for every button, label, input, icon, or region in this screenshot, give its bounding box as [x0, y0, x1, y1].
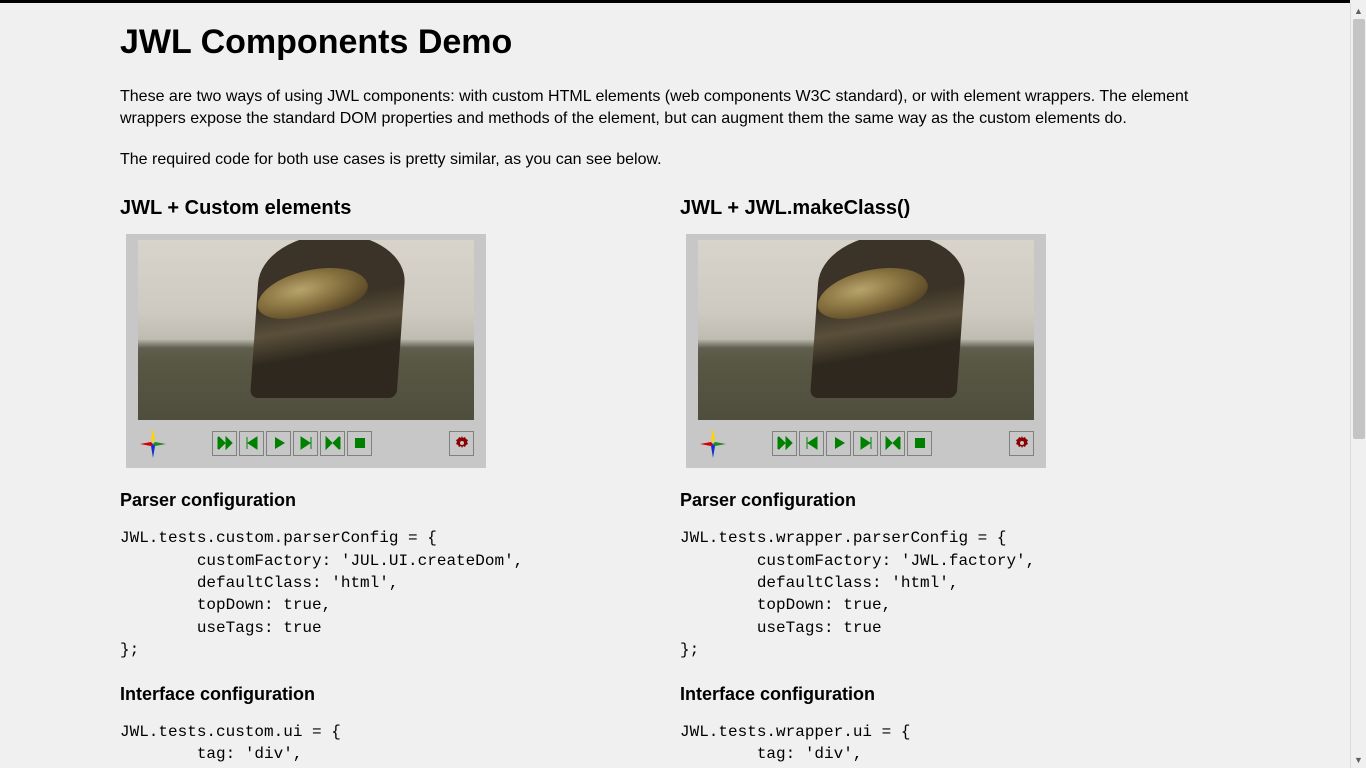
jwl-logo-icon	[138, 426, 168, 460]
iface-heading-left: Interface configuration	[120, 684, 660, 705]
scroll-up-icon[interactable]: ▲	[1351, 3, 1366, 19]
next-button[interactable]	[293, 431, 318, 456]
skip-start-button[interactable]	[212, 431, 237, 456]
scroll-thumb[interactable]	[1353, 19, 1365, 439]
iface-code-left: JWL.tests.custom.ui = { tag: 'div', chil…	[120, 721, 660, 768]
iface-heading-right: Interface configuration	[680, 684, 1220, 705]
parser-code-left: JWL.tests.custom.parserConfig = { custom…	[120, 527, 660, 661]
column-custom-elements: JWL + Custom elements	[120, 189, 660, 768]
media-player	[686, 234, 1046, 468]
intro-paragraph-1: These are two ways of using JWL componen…	[120, 86, 1220, 131]
video-frame[interactable]	[698, 240, 1034, 420]
play-button[interactable]	[266, 431, 291, 456]
window-scrollbar[interactable]: ▲ ▼	[1350, 3, 1366, 768]
settings-button[interactable]	[449, 431, 474, 456]
intro-paragraph-2: The required code for both use cases is …	[120, 149, 1220, 171]
parser-heading-right: Parser configuration	[680, 490, 1220, 511]
parser-heading-left: Parser configuration	[120, 490, 660, 511]
skip-start-button[interactable]	[772, 431, 797, 456]
prev-button[interactable]	[239, 431, 264, 456]
col-heading-left: JWL + Custom elements	[120, 197, 660, 220]
col-heading-right: JWL + JWL.makeClass()	[680, 197, 1220, 220]
media-player	[126, 234, 486, 468]
player-toolbar	[138, 426, 474, 460]
stop-button[interactable]	[907, 431, 932, 456]
next-button[interactable]	[853, 431, 878, 456]
page-title: JWL Components Demo	[120, 23, 1220, 62]
iface-code-scroll-left[interactable]: JWL.tests.custom.ui = { tag: 'div', chil…	[120, 721, 660, 768]
iface-code-scroll-right[interactable]: JWL.tests.wrapper.ui = { tag: 'div', chi…	[680, 721, 1220, 768]
play-button[interactable]	[826, 431, 851, 456]
settings-button[interactable]	[1009, 431, 1034, 456]
column-makeclass: JWL + JWL.makeClass()	[680, 189, 1220, 768]
stop-button[interactable]	[347, 431, 372, 456]
skip-end-button[interactable]	[320, 431, 345, 456]
jwl-logo-icon	[698, 426, 728, 460]
scroll-down-icon[interactable]: ▼	[1351, 752, 1366, 768]
video-frame[interactable]	[138, 240, 474, 420]
skip-end-button[interactable]	[880, 431, 905, 456]
parser-code-right: JWL.tests.wrapper.parserConfig = { custo…	[680, 527, 1220, 661]
player-toolbar	[698, 426, 1034, 460]
page-scroll-container[interactable]: JWL Components Demo These are two ways o…	[0, 0, 1350, 768]
prev-button[interactable]	[799, 431, 824, 456]
iface-code-right: JWL.tests.wrapper.ui = { tag: 'div', chi…	[680, 721, 1220, 768]
